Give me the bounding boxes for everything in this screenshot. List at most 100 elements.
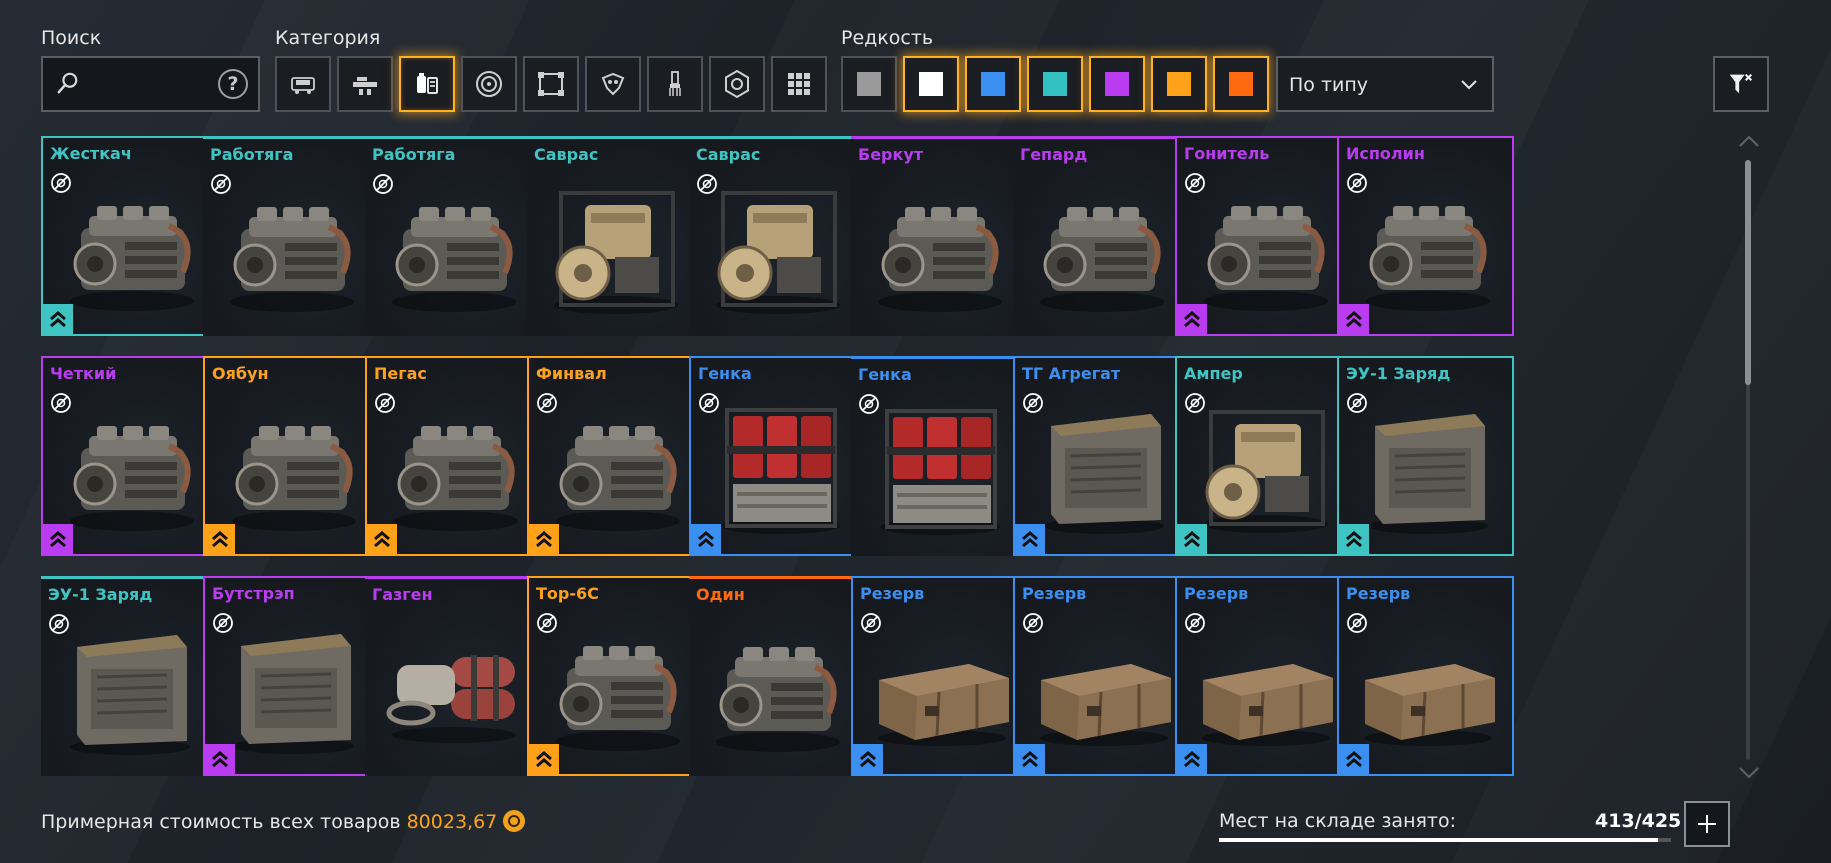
item-name: Гонитель [1184, 144, 1270, 163]
item-image [392, 207, 516, 312]
rarity-special-swatch [1043, 72, 1067, 96]
rarity-special-button[interactable] [1027, 56, 1083, 112]
rarity-legendary-button[interactable] [1151, 56, 1207, 112]
item-card[interactable]: Газген [365, 576, 542, 776]
upgrade-badge-icon [1339, 524, 1369, 554]
chevron-down-icon [1461, 80, 1477, 90]
item-card[interactable]: Резерв [1175, 576, 1352, 776]
item-card[interactable]: Четкий [41, 356, 218, 556]
sort-dropdown[interactable]: По типу [1276, 56, 1494, 112]
total-value-label: Примерная стоимость всех товаров [41, 811, 401, 833]
item-image [386, 655, 516, 743]
item-name: ТГ Агрегат [1022, 364, 1121, 383]
upgrade-badge-icon [1177, 524, 1207, 554]
scroll-up-icon[interactable] [1738, 134, 1760, 148]
item-image [716, 647, 840, 752]
item-image [1204, 206, 1328, 311]
upgrade-badge-icon [43, 524, 73, 554]
item-card[interactable]: ЭУ-1 Заряд [1337, 356, 1514, 556]
category-hardware-button[interactable] [399, 56, 455, 112]
rarity-relic-swatch [1229, 72, 1253, 96]
item-image [1202, 664, 1333, 746]
untradable-icon [537, 393, 557, 413]
coin-icon [503, 810, 526, 832]
rarity-epic-button[interactable] [1089, 56, 1145, 112]
item-card[interactable]: Генка [851, 356, 1028, 556]
category-frames-button[interactable] [523, 56, 579, 112]
item-card[interactable]: Оябун [203, 356, 380, 556]
engine-icon [417, 73, 438, 94]
item-name: Газген [372, 585, 433, 604]
item-card[interactable]: Финвал [527, 356, 704, 556]
untradable-icon [1023, 393, 1043, 413]
item-image [720, 408, 840, 534]
item-image [70, 206, 194, 311]
category-all-button[interactable] [771, 56, 827, 112]
item-name: Бутстрэп [212, 584, 295, 603]
item-name: Резерв [860, 584, 925, 603]
scroll-down-icon[interactable] [1738, 766, 1760, 780]
category-wheels-button[interactable] [461, 56, 517, 112]
sort-value: По типу [1289, 74, 1369, 96]
category-decor-button[interactable] [585, 56, 641, 112]
item-card[interactable]: Исполин [1337, 136, 1514, 336]
item-card[interactable]: Бутстрэп [203, 576, 380, 776]
item-card[interactable]: Генка [689, 356, 866, 556]
item-card[interactable]: Жесткач [41, 136, 218, 336]
rarity-ordinary-button[interactable] [903, 56, 959, 112]
scrollbar-thumb[interactable] [1745, 160, 1751, 385]
category-resources-button[interactable] [709, 56, 765, 112]
untradable-icon [1347, 173, 1367, 193]
upgrade-badge-icon [1177, 744, 1207, 774]
item-name: Тор-6С [536, 584, 599, 603]
item-card[interactable]: Саврас [689, 136, 866, 336]
item-card[interactable]: ЭУ-1 Заряд [41, 576, 218, 776]
rarity-rare-button[interactable] [965, 56, 1021, 112]
item-card[interactable]: Резерв [1013, 576, 1190, 776]
item-card[interactable]: Гепард [1013, 136, 1190, 336]
untradable-icon [375, 393, 395, 413]
item-card[interactable]: Саврас [527, 136, 704, 336]
item-card[interactable]: Пегас [365, 356, 542, 556]
frame-icon [538, 72, 564, 96]
item-image [1040, 207, 1164, 312]
item-image [70, 635, 190, 755]
item-image [1204, 410, 1328, 533]
upgrade-badge-icon [1339, 304, 1369, 334]
rarity-common-button[interactable] [841, 56, 897, 112]
wheel-icon [476, 71, 502, 97]
untradable-icon [861, 613, 881, 633]
item-card[interactable]: Беркут [851, 136, 1028, 336]
item-name: Жесткач [50, 144, 132, 163]
item-card[interactable]: Работяга [365, 136, 542, 336]
upgrade-badge-icon [853, 744, 883, 774]
item-card[interactable]: Резерв [851, 576, 1028, 776]
total-value-amount: 80023,67 [406, 811, 498, 833]
reset-filters-button[interactable] [1713, 56, 1769, 112]
item-name: Гепард [1020, 145, 1088, 164]
item-name: Генка [698, 364, 752, 383]
rarity-rare-swatch [981, 72, 1005, 96]
category-label: Категория [275, 27, 381, 49]
item-card[interactable]: Работяга [203, 136, 380, 336]
untradable-icon [373, 174, 393, 194]
item-image [556, 646, 680, 751]
item-card[interactable]: Один [689, 576, 866, 776]
item-card[interactable]: Ампер [1175, 356, 1352, 556]
rarity-ordinary-swatch [919, 72, 943, 96]
item-card[interactable]: ТГ Агрегат [1013, 356, 1190, 556]
category-cabins-button[interactable] [275, 56, 331, 112]
weapon-icon [353, 77, 377, 95]
decor-icon [601, 72, 625, 96]
item-card[interactable]: Резерв [1337, 576, 1514, 776]
upgrade-badge-icon [1177, 304, 1207, 334]
search-input[interactable]: ? [41, 56, 260, 112]
add-storage-button[interactable] [1684, 801, 1730, 847]
upgrade-badge-icon [1015, 744, 1045, 774]
rarity-relic-button[interactable] [1213, 56, 1269, 112]
category-paint-button[interactable] [647, 56, 703, 112]
item-card[interactable]: Тор-6С [527, 576, 704, 776]
category-weapons-button[interactable] [337, 56, 393, 112]
item-card[interactable]: Гонитель [1175, 136, 1352, 336]
help-icon[interactable]: ? [218, 69, 248, 99]
